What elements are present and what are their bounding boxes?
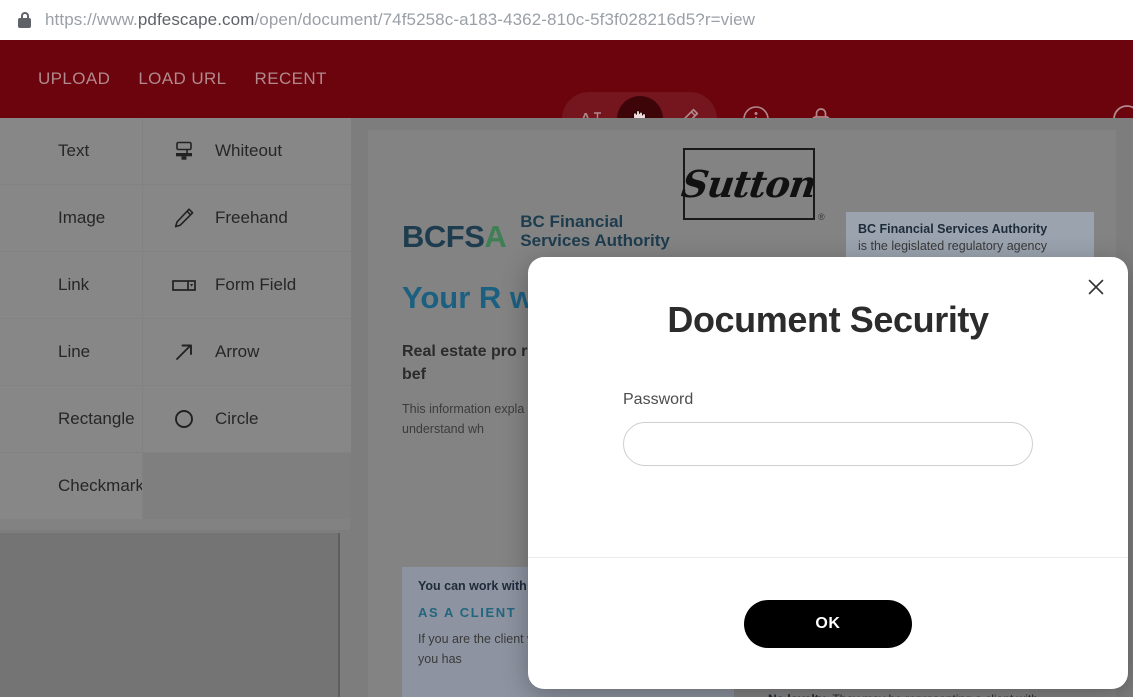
tool-image[interactable]: Image [0,185,142,251]
bottom-note-text: They may be representing a client with [829,692,1037,697]
info-box-line: is the legislated regulatory agency [858,239,1048,253]
sutton-logo: Sutton [679,148,819,220]
bottom-note-label: No loyalty: [768,692,829,697]
bcfsa-subtitle-line1: BC Financial [520,212,624,231]
bcfsa-subtitle: BC Financial Services Authority [520,212,670,252]
bcfsa-wordmark: BCFSA [402,219,507,255]
tool-link[interactable]: Link [0,252,142,318]
tool-label: Line [58,342,91,361]
tool-form-field[interactable]: Form Field [143,252,351,318]
password-label: Password [623,391,694,408]
close-icon [1088,279,1104,295]
browser-url-bar[interactable]: https://www.pdfescape.com/open/document/… [0,0,1133,40]
tool-circle[interactable]: Circle [143,386,351,452]
whiteout-brush-icon [171,138,197,164]
image-icon [14,205,40,231]
dialog-footer: OK [528,558,1128,689]
bcfsa-subtitle-line2: Services Authority [520,231,670,251]
tool-label: Whiteout [215,141,283,160]
password-input[interactable] [623,422,1033,466]
checkmark-icon [14,473,40,499]
tool-label: Arrow [215,342,260,361]
tools-grid-filler [143,453,351,519]
bcfsa-wordmark-accent: A [484,219,507,255]
ok-button[interactable]: OK [744,599,912,648]
tool-label: Freehand [215,208,288,227]
tool-label: Circle [215,409,259,428]
url-path: /open/document/74f5258c-a183-4362-810c-5… [254,10,756,29]
tool-label: Rectangle [58,409,135,428]
dialog-body: Password [528,391,1128,466]
line-icon [14,339,40,365]
sutton-registered-mark: ® [818,212,825,222]
nav-item-upload[interactable]: UPLOAD [38,69,110,89]
tool-whiteout[interactable]: Whiteout [143,118,351,184]
text-icon [14,138,40,164]
tools-properties-panel [0,533,340,697]
app-toolbar: e UPLOAD LOAD URL RECENT A [0,40,1133,146]
lock-icon [18,12,31,28]
link-icon [14,272,40,298]
document-security-dialog: Document Security Password OK [528,257,1128,689]
annotation-tools-grid: Text Whiteout Image Freehand Link Form F… [0,118,351,519]
dialog-title: Document Security [667,299,989,340]
tool-label: Text [58,141,90,160]
close-button[interactable] [1080,271,1112,303]
sutton-logo-text: Sutton [679,162,819,206]
tool-line[interactable]: Line [0,319,142,385]
pdfescape-app: https://www.pdfescape.com/open/document/… [0,0,1133,697]
url-text: https://www.pdfescape.com/open/document/… [45,10,755,30]
nav-item-recent[interactable]: RECENT [255,69,327,89]
tool-rectangle[interactable]: Rectangle [0,386,142,452]
tool-label: Form Field [215,275,297,294]
toolbar-nav: UPLOAD LOAD URL RECENT [38,40,327,118]
url-prefix: https://www. [45,10,138,29]
tool-label: Link [58,275,90,294]
tool-arrow[interactable]: Arrow [143,319,351,385]
circle-icon [171,406,197,432]
document-bottom-note: No loyalty: They may be representing a c… [768,692,1038,697]
info-box-title: BC Financial Services Authority [858,222,1048,236]
nav-item-load-url[interactable]: LOAD URL [138,69,226,89]
url-host: pdfescape.com [137,10,255,29]
bcfsa-wordmark-main: BCFS [402,219,485,255]
tool-label: Checkmark [58,476,142,495]
annotation-tools-panel: Text Whiteout Image Freehand Link Form F… [0,118,351,530]
arrow-icon [171,339,197,365]
tool-label: Image [58,208,106,227]
tool-checkmark[interactable]: Checkmark [0,453,142,519]
tool-freehand[interactable]: Freehand [143,185,351,251]
pencil-icon [171,205,197,231]
rectangle-icon [14,406,40,432]
form-field-icon [171,272,197,298]
tool-text[interactable]: Text [0,118,142,184]
